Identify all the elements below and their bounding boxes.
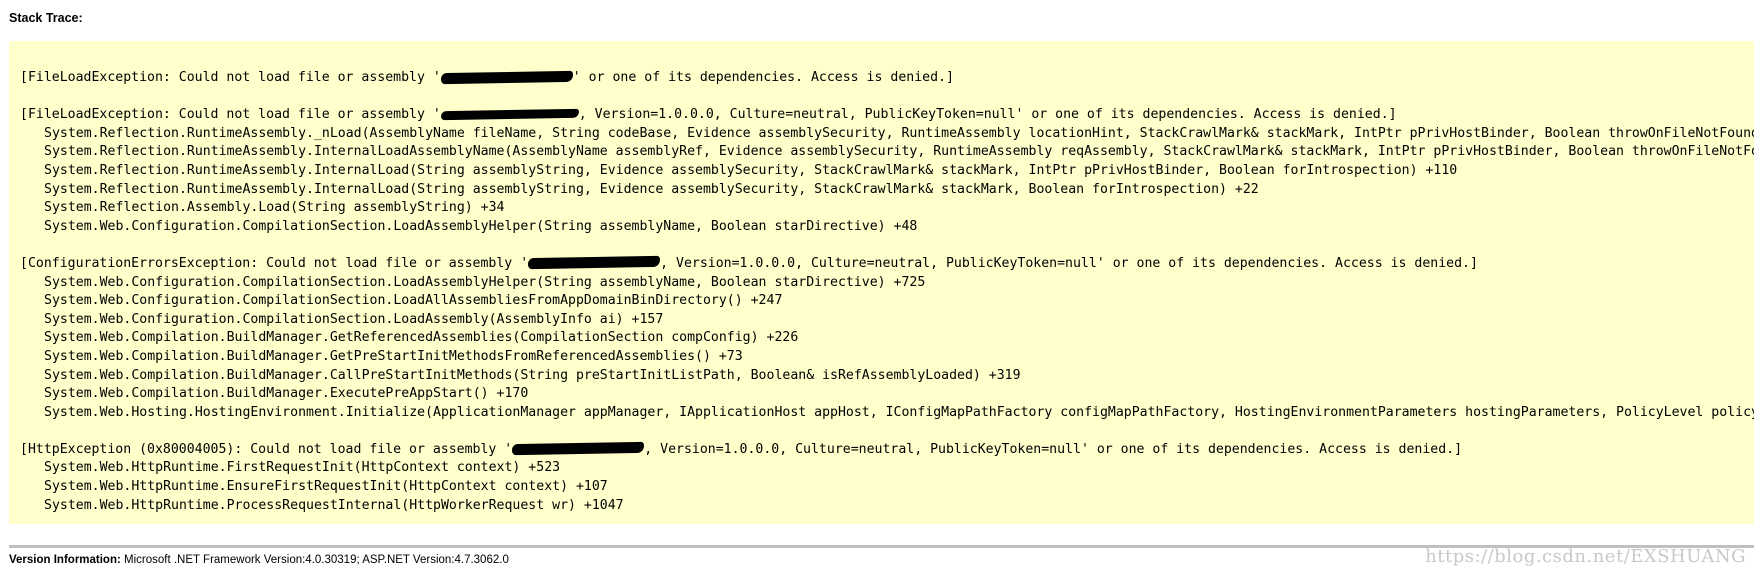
- stack-frame: System.Reflection.RuntimeAssembly._nLoad…: [44, 125, 1754, 141]
- stack-frame: System.Web.Compilation.BuildManager.GetP…: [44, 348, 743, 364]
- redacted-assembly-name: [512, 442, 645, 456]
- version-label: Version Information:: [9, 554, 121, 566]
- redacted-assembly-name: [440, 108, 579, 120]
- exception-header-2: [FileLoadException: Could not load file …: [20, 107, 1397, 123]
- redacted-assembly-name: [528, 256, 661, 270]
- stack-frame: System.Reflection.RuntimeAssembly.Intern…: [44, 162, 1458, 178]
- watermark: https://blog.csdn.net/EXSHUANG: [1425, 546, 1746, 567]
- stack-frame: System.Web.Configuration.CompilationSect…: [44, 218, 918, 234]
- stack-frame: System.Web.Configuration.CompilationSect…: [44, 311, 664, 327]
- stack-frame: System.Web.Compilation.BuildManager.GetR…: [44, 330, 799, 346]
- version-information: Version Information: Microsoft .NET Fram…: [9, 554, 509, 566]
- version-text: Microsoft .NET Framework Version:4.0.303…: [120, 554, 509, 566]
- stack-trace-text: [FileLoadException: Could not load file …: [20, 69, 1754, 515]
- redacted-assembly-name: [440, 70, 573, 84]
- stack-frame: System.Web.HttpRuntime.ProcessRequestInt…: [44, 497, 624, 513]
- stack-frame: System.Reflection.RuntimeAssembly.Intern…: [44, 181, 1259, 197]
- stack-frame: System.Web.Configuration.CompilationSect…: [44, 274, 926, 290]
- stack-frame: System.Reflection.Assembly.Load(String a…: [44, 200, 505, 216]
- stack-frame: System.Web.Compilation.BuildManager.Call…: [44, 367, 1021, 383]
- stack-frame: System.Web.Hosting.HostingEnvironment.In…: [44, 404, 1754, 420]
- stack-frame: System.Reflection.RuntimeAssembly.Intern…: [44, 144, 1754, 160]
- exception-header-3: [ConfigurationErrorsException: Could not…: [20, 255, 1478, 271]
- stack-trace-box: [FileLoadException: Could not load file …: [9, 41, 1754, 524]
- exception-header-1: [FileLoadException: Could not load file …: [20, 70, 954, 85]
- stack-frame: System.Web.Configuration.CompilationSect…: [44, 293, 783, 309]
- stack-frame: System.Web.HttpRuntime.FirstRequestInit(…: [44, 460, 561, 476]
- stack-frame: System.Web.HttpRuntime.EnsureFirstReques…: [44, 479, 608, 495]
- stack-trace-heading: Stack Trace:: [9, 11, 83, 25]
- exception-header-4: [HttpException (0x80004005): Could not l…: [20, 441, 1463, 457]
- stack-frame: System.Web.Compilation.BuildManager.Exec…: [44, 386, 529, 402]
